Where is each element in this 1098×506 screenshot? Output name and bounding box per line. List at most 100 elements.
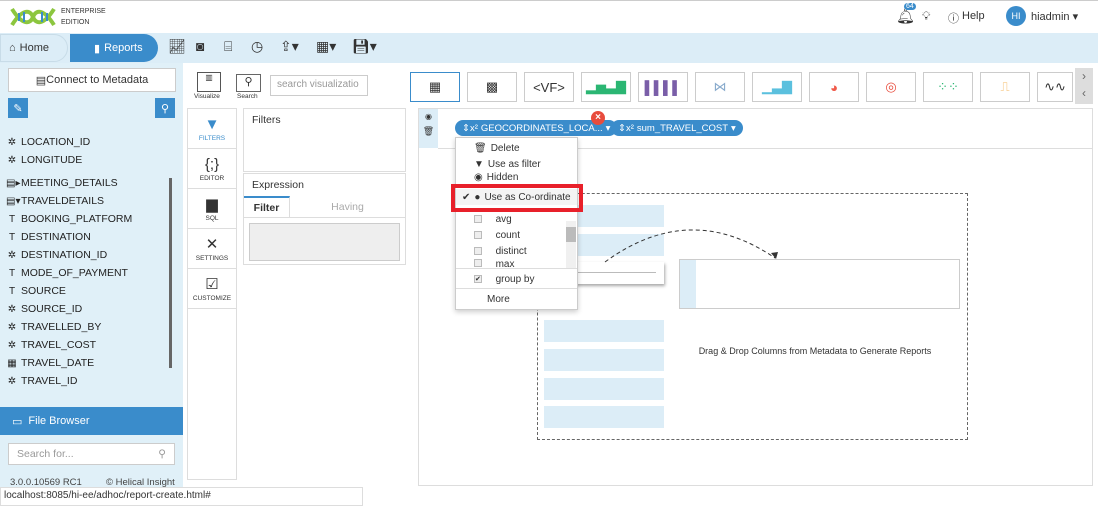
edit-button[interactable]: ✎: [8, 98, 28, 118]
tree-item[interactable]: ▤▾ TRAVELDETAILS: [6, 192, 171, 210]
menu-delete[interactable]: 🗑︎ Delete: [456, 140, 577, 156]
pill-label: GEOCORDINATES_LOCA...: [480, 122, 603, 134]
viz-thumbnail-sankey[interactable]: ⋈: [695, 72, 745, 102]
checkbox[interactable]: [474, 247, 482, 255]
drag-arrow: [604, 229, 778, 263]
file-browser-header[interactable]: ▭ File Browser: [0, 407, 183, 435]
menu-avg[interactable]: avg: [456, 211, 577, 227]
viz-thumbnail-step[interactable]: ⎍: [980, 72, 1030, 102]
tree-item[interactable]: ✲ SOURCE_ID: [6, 300, 171, 318]
reports-label: Reports: [104, 42, 143, 54]
lightbulb-icon[interactable]: 💡︎: [922, 9, 930, 24]
viz-thumbnail-pie[interactable]: ◕: [809, 72, 859, 102]
reports-button[interactable]: ▮ Reports: [70, 34, 158, 62]
viz-thumbnail-line[interactable]: ∿∿: [1037, 72, 1073, 102]
expression-textarea[interactable]: [249, 223, 400, 261]
tree-item[interactable]: ✲ TRAVELLED_BY: [6, 318, 171, 336]
tree-item[interactable]: T SOURCE: [6, 282, 171, 300]
tool-editor[interactable]: {;} EDITOR: [188, 149, 236, 189]
expression-title: Expression: [252, 179, 304, 191]
hide-icon[interactable]: ◉: [419, 112, 438, 121]
history-icon[interactable]: ◷: [251, 38, 263, 55]
drop-hint: Drag & Drop Columns from Metadata to Gen…: [698, 346, 932, 356]
tree-item[interactable]: T BOOKING_PLATFORM: [6, 210, 171, 228]
calendar-icon: ▦: [7, 357, 17, 369]
checkbox[interactable]: [474, 215, 482, 223]
search-visualization-input[interactable]: search visualizatio: [270, 75, 368, 96]
vf-chart-icon: <VF>: [533, 79, 565, 95]
tree-item-label: LONGITUDE: [21, 154, 83, 166]
tree-item[interactable]: T MODE_OF_PAYMENT: [6, 264, 171, 282]
layout-icon[interactable]: ▦▾: [316, 38, 336, 55]
thumbnail-scroll[interactable]: › ‹: [1075, 68, 1093, 104]
gear-icon: ✲: [7, 321, 17, 333]
menu-group-by[interactable]: ✔ group by: [456, 271, 577, 287]
menu-distinct[interactable]: distinct: [456, 243, 577, 259]
search-button[interactable]: ⚲: [155, 98, 175, 118]
metadata-tree: ✲ LOCATION_ID ✲ LONGITUDE ▤▸ MEETING_DETAILS ▤…: [6, 133, 171, 390]
scroll-left-icon[interactable]: ‹: [1075, 85, 1093, 102]
viz-thumbnail-bar[interactable]: ▂▅▃▇: [581, 72, 631, 102]
trash-icon[interactable]: 🗑︎: [419, 126, 438, 137]
placeholder-row: [544, 320, 664, 342]
column-pill-travel-cost[interactable]: ⇕x² sum_TRAVEL_COST ▾: [611, 120, 743, 136]
tree-item[interactable]: T DESTINATION: [6, 228, 171, 246]
line-chart-icon[interactable]: 📈︎: [168, 38, 186, 55]
viz-thumbnail-donut[interactable]: ◎: [866, 72, 916, 102]
menu-label: Delete: [490, 142, 520, 154]
tool-label: SQL: [205, 215, 219, 222]
tab-filter[interactable]: Filter: [244, 196, 290, 217]
tools-column: ▼ FILTERS {;} EDITOR ▆ SQL ✕ SETTINGS ☑ CUSTOMIZE: [187, 108, 237, 480]
viz-thumbnail-pivot-table[interactable]: ▩: [467, 72, 517, 102]
checkbox[interactable]: [474, 231, 482, 239]
help-link[interactable]: ⓘ Help: [948, 10, 985, 26]
file-search-input[interactable]: Search for... ⚲: [8, 443, 175, 465]
funnel-icon: ▼: [204, 115, 220, 133]
tool-settings[interactable]: ✕ SETTINGS: [188, 229, 236, 269]
tree-item[interactable]: ▤▸ MEETING_DETAILS: [6, 174, 171, 192]
viz-thumbnail-scatter[interactable]: ⁘⁘: [923, 72, 973, 102]
tree-item[interactable]: ✲ TRAVEL_COST: [6, 336, 171, 354]
tool-filters[interactable]: ▼ FILTERS: [188, 109, 236, 149]
export-icon[interactable]: ⇪▾: [280, 38, 299, 55]
menu-use-as-filter[interactable]: ▼ Use as filter: [456, 156, 577, 172]
tool-label: SETTINGS: [195, 255, 229, 262]
scroll-right-icon[interactable]: ›: [1075, 68, 1093, 85]
menu-scrollbar[interactable]: [566, 221, 576, 269]
viz-thumbnail-vf[interactable]: <VF>: [524, 72, 574, 102]
checkbox-checked[interactable]: ✔: [474, 275, 482, 283]
presentation-icon[interactable]: ⌸: [224, 38, 232, 55]
tree-item[interactable]: ✲ DESTINATION_ID: [6, 246, 171, 264]
menu-more[interactable]: More: [456, 291, 577, 307]
menu-max[interactable]: max: [456, 259, 577, 267]
home-button[interactable]: ⌂ Home: [0, 34, 68, 62]
viz-thumbnail-multi-bar[interactable]: ▌▌▌▌: [638, 72, 688, 102]
connect-metadata-button[interactable]: ▤ Connect to Metadata: [8, 68, 176, 92]
visualize-icon[interactable]: ▥: [197, 72, 221, 92]
user-menu[interactable]: hiadmin ▾: [1031, 10, 1078, 23]
checkbox[interactable]: [474, 259, 482, 267]
tree-item[interactable]: ▦ TRAVEL_DATE: [6, 354, 171, 372]
search-icon[interactable]: ⚲: [158, 448, 166, 460]
tab-having[interactable]: Having: [290, 196, 405, 217]
search-viz-icon[interactable]: ⚲: [236, 74, 261, 92]
tool-label: FILTERS: [198, 134, 226, 142]
remove-column-icon[interactable]: ×: [591, 111, 605, 125]
tree-item[interactable]: ✲ TRAVEL_ID: [6, 372, 171, 390]
menu-label: More: [487, 293, 510, 305]
save-icon[interactable]: 💾︎▾: [352, 38, 377, 55]
tool-sql[interactable]: ▆ SQL: [188, 189, 236, 229]
menu-count[interactable]: count: [456, 227, 577, 243]
filter-icon: ▼: [474, 158, 484, 170]
placeholder-row: [544, 406, 664, 428]
tree-item[interactable]: ✲ LONGITUDE: [6, 151, 171, 169]
avatar[interactable]: HI: [1006, 6, 1026, 26]
viz-thumbnail-area[interactable]: ▁▃▇: [752, 72, 802, 102]
viz-thumbnail-table[interactable]: ▦: [410, 72, 460, 102]
help-icon: ⓘ: [948, 13, 959, 25]
status-url: localhost:8085/hi-ee/adhoc/report-create…: [0, 487, 363, 506]
tree-item[interactable]: ✲ LOCATION_ID: [6, 133, 171, 151]
preview-icon[interactable]: ◙: [196, 38, 204, 54]
menu-hidden[interactable]: ◉ Hidden: [456, 172, 577, 182]
tool-customize[interactable]: ☑ CUSTOMIZE: [188, 269, 236, 309]
